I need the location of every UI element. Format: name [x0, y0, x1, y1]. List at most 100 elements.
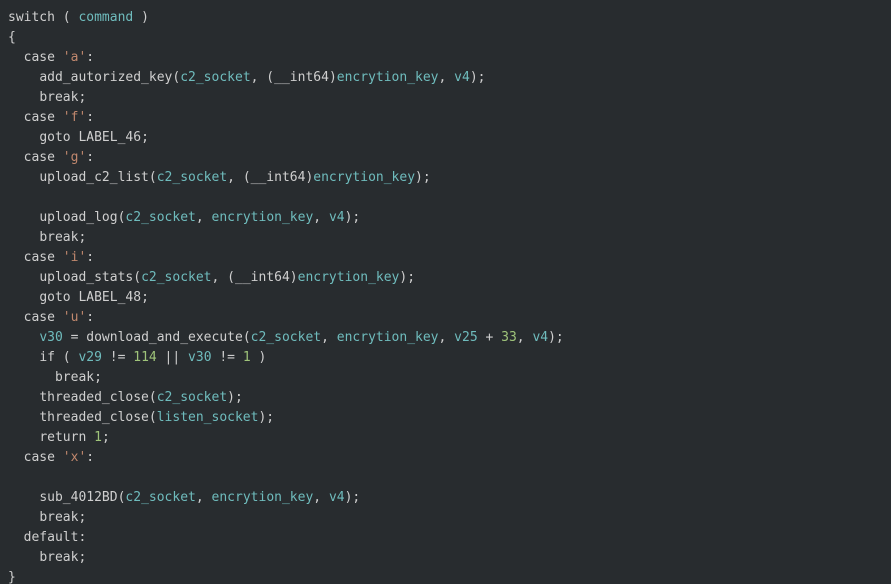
code-token: if	[39, 350, 55, 365]
code-token: download_and_execute	[86, 330, 243, 345]
code-line: sub_4012BD(c2_socket, encrytion_key, v4)…	[8, 490, 360, 505]
code-token	[55, 50, 63, 65]
code-token: );	[399, 270, 415, 285]
code-token: break	[39, 230, 78, 245]
code-token: upload_log	[39, 210, 117, 225]
code-token: break	[39, 510, 78, 525]
code-token: c2_socket	[125, 490, 195, 505]
code-token: );	[227, 390, 243, 405]
code-token: :	[86, 310, 94, 325]
code-token: ;	[94, 370, 102, 385]
code-token: ,	[313, 210, 329, 225]
code-line: goto LABEL_46;	[8, 130, 149, 145]
code-token: {	[8, 30, 16, 45]
code-token: c2_socket	[251, 330, 321, 345]
code-token	[55, 150, 63, 165]
code-token: LABEL_46	[78, 130, 141, 145]
code-token: break	[55, 370, 94, 385]
code-token: );	[470, 70, 486, 85]
code-token: ;	[141, 290, 149, 305]
code-token: );	[415, 170, 431, 185]
code-token: v30	[39, 330, 62, 345]
code-token: (	[55, 10, 78, 25]
code-token: v25	[454, 330, 477, 345]
code-token	[55, 310, 63, 325]
code-token: upload_c2_list	[39, 170, 149, 185]
code-token: 'f'	[63, 110, 86, 125]
code-token: encrytion_key	[337, 70, 439, 85]
code-token: goto	[39, 290, 70, 305]
code-block: switch ( command ) { case 'a': add_autor…	[0, 0, 891, 584]
code-token: :	[86, 150, 94, 165]
code-token: v4	[532, 330, 548, 345]
code-line: if ( v29 != 114 || v30 != 1 )	[8, 350, 266, 365]
code-token: __int64	[274, 70, 329, 85]
code-token: threaded_close	[39, 410, 149, 425]
code-token: ,	[196, 490, 212, 505]
code-token: (	[149, 410, 157, 425]
code-token: (	[149, 170, 157, 185]
code-line: case 'i':	[8, 250, 94, 265]
code-token: )	[329, 70, 337, 85]
code-token: (	[133, 270, 141, 285]
code-token: __int64	[251, 170, 306, 185]
code-token: encrytion_key	[212, 490, 314, 505]
code-token: 'x'	[63, 450, 86, 465]
code-token: ,	[321, 330, 337, 345]
code-token	[55, 450, 63, 465]
code-line: upload_log(c2_socket, encrytion_key, v4)…	[8, 210, 360, 225]
code-line: case 'a':	[8, 50, 94, 65]
code-token: command	[78, 10, 133, 25]
code-token: 1	[94, 430, 102, 445]
code-token: encrytion_key	[337, 330, 439, 345]
code-line: switch ( command )	[8, 10, 149, 25]
code-token: sub_4012BD	[39, 490, 117, 505]
code-token: v4	[454, 70, 470, 85]
code-line: threaded_close(listen_socket);	[8, 410, 274, 425]
code-token: v4	[329, 490, 345, 505]
code-token: ||	[157, 350, 188, 365]
code-token: ,	[313, 490, 329, 505]
code-token: break	[39, 90, 78, 105]
code-token: 'i'	[63, 250, 86, 265]
code-token: goto	[39, 130, 70, 145]
code-token: )	[290, 270, 298, 285]
code-token: case	[24, 50, 55, 65]
code-line: break;	[8, 510, 86, 525]
code-token: 'g'	[63, 150, 86, 165]
code-line: threaded_close(c2_socket);	[8, 390, 243, 405]
code-line: default:	[8, 530, 86, 545]
code-token: encrytion_key	[298, 270, 400, 285]
code-token: c2_socket	[157, 390, 227, 405]
code-token: upload_stats	[39, 270, 133, 285]
code-token: switch	[8, 10, 55, 25]
code-token: );	[258, 410, 274, 425]
code-token: (	[243, 330, 251, 345]
code-token: );	[345, 490, 361, 505]
code-line: goto LABEL_48;	[8, 290, 149, 305]
code-token: ;	[102, 430, 110, 445]
code-token: v4	[329, 210, 345, 225]
code-token: ;	[78, 230, 86, 245]
code-token: default	[24, 530, 79, 545]
code-token: , (	[251, 70, 274, 85]
code-token: v30	[188, 350, 211, 365]
code-token: :	[78, 530, 86, 545]
code-token: c2_socket	[157, 170, 227, 185]
code-token: listen_socket	[157, 410, 259, 425]
code-token: 1	[243, 350, 251, 365]
code-token: !=	[102, 350, 133, 365]
code-token: 'a'	[63, 50, 86, 65]
code-token: encrytion_key	[313, 170, 415, 185]
code-token: ;	[78, 550, 86, 565]
code-line: case 'x':	[8, 450, 94, 465]
code-token: encrytion_key	[212, 210, 314, 225]
code-token: __int64	[235, 270, 290, 285]
code-token: add_autorized_key	[39, 70, 172, 85]
code-line: break;	[8, 230, 86, 245]
code-token: ,	[517, 330, 533, 345]
code-line: upload_stats(c2_socket, (__int64)encryti…	[8, 270, 415, 285]
code-token: );	[548, 330, 564, 345]
code-token: ,	[196, 210, 212, 225]
code-line: }	[8, 570, 16, 584]
